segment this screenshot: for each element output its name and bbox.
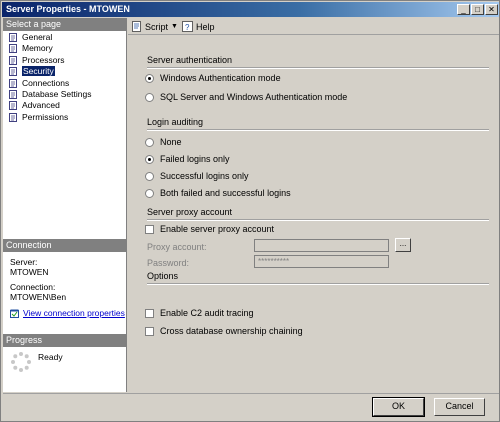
- page-icon: [9, 67, 17, 77]
- toolbar: Script ▼ ? Help: [128, 18, 499, 35]
- page-icon: [9, 101, 17, 111]
- audit-successful-label: Successful logins only: [160, 171, 249, 181]
- view-connection-properties[interactable]: View connection properties: [10, 308, 125, 318]
- separator: [147, 67, 489, 69]
- page-item-memory[interactable]: Memory: [3, 43, 127, 54]
- login-auditing-title: Login auditing: [147, 117, 204, 127]
- audit-none-radio[interactable]: None: [145, 137, 182, 147]
- checkbox[interactable]: [145, 224, 154, 234]
- radio-button[interactable]: [145, 154, 154, 164]
- radio-button[interactable]: [145, 73, 154, 83]
- radio-button[interactable]: [145, 92, 154, 102]
- checkbox[interactable]: [145, 308, 154, 318]
- server-properties-window: Server Properties - MTOWEN _ □ ✕ Select …: [0, 0, 500, 422]
- sql-windows-auth-radio[interactable]: SQL Server and Windows Authentication mo…: [145, 92, 347, 102]
- title-bar[interactable]: Server Properties - MTOWEN _ □ ✕: [2, 2, 499, 17]
- minimize-button[interactable]: _: [457, 4, 470, 15]
- svg-text:?: ?: [185, 23, 190, 32]
- server-label: Server:: [10, 257, 38, 267]
- radio-button[interactable]: [145, 171, 154, 181]
- page-item-label: Processors: [22, 54, 65, 65]
- cross-db-checkbox[interactable]: Cross database ownership chaining: [145, 326, 303, 336]
- page-item-database-settings[interactable]: Database Settings: [3, 89, 127, 100]
- radio-button[interactable]: [145, 137, 154, 147]
- dropdown-arrow-icon[interactable]: ▼: [171, 23, 178, 30]
- connection-header: Connection: [3, 239, 127, 252]
- help-icon: ?: [182, 21, 193, 32]
- page-icon: [9, 33, 17, 42]
- windows-auth-radio[interactable]: Windows Authentication mode: [145, 73, 281, 83]
- page-item-label: General: [22, 32, 53, 42]
- password-label: Password:: [147, 258, 190, 268]
- security-page: Server authentication Windows Authentica…: [128, 36, 499, 392]
- ok-button[interactable]: OK: [372, 397, 425, 417]
- checkbox[interactable]: [145, 326, 154, 336]
- progress-header: Progress: [3, 334, 127, 347]
- help-label: Help: [196, 21, 215, 32]
- page-item-processors[interactable]: Processors: [3, 55, 127, 66]
- view-connection-properties-link[interactable]: View connection properties: [23, 308, 125, 318]
- page-list: General Memory Processors Security Conne…: [3, 32, 127, 123]
- server-value: MTOWEN: [10, 267, 49, 277]
- page-item-label: Security: [22, 66, 55, 77]
- audit-none-label: None: [160, 137, 182, 147]
- script-icon: [132, 21, 141, 32]
- proxy-title: Server proxy account: [147, 207, 233, 217]
- password-field[interactable]: **********: [254, 255, 389, 268]
- page-item-security[interactable]: Security: [3, 66, 127, 77]
- page-icon: [9, 55, 17, 65]
- server-auth-title: Server authentication: [147, 55, 233, 65]
- audit-both-radio[interactable]: Both failed and successful logins: [145, 188, 291, 198]
- progress-spinner-icon: [11, 352, 31, 372]
- options-title: Options: [147, 271, 179, 281]
- window-title: Server Properties - MTOWEN: [6, 4, 130, 14]
- sql-windows-auth-label: SQL Server and Windows Authentication mo…: [160, 92, 348, 102]
- page-icon: [9, 44, 17, 54]
- maximize-button[interactable]: □: [471, 4, 484, 15]
- help-button[interactable]: ? Help: [182, 21, 215, 32]
- c2-audit-label: Enable C2 audit tracing: [160, 308, 254, 318]
- browse-button[interactable]: ...: [395, 238, 411, 252]
- page-item-connections[interactable]: Connections: [3, 78, 127, 89]
- page-item-permissions[interactable]: Permissions: [3, 112, 127, 123]
- page-item-general[interactable]: General: [3, 32, 127, 43]
- separator: [147, 129, 489, 131]
- page-item-label: Connections: [22, 77, 70, 88]
- audit-failed-label: Failed logins only: [160, 154, 230, 164]
- left-pane: Select a page General Memory Processors …: [3, 18, 127, 392]
- windows-auth-label: Windows Authentication mode: [160, 73, 281, 83]
- enable-proxy-checkbox[interactable]: Enable server proxy account: [145, 224, 274, 234]
- page-item-label: Advanced: [22, 100, 60, 111]
- button-bar: OK Cancel: [3, 393, 499, 422]
- enable-proxy-label: Enable server proxy account: [160, 224, 275, 234]
- select-page-header: Select a page: [3, 18, 127, 31]
- close-button[interactable]: ✕: [485, 4, 498, 15]
- audit-successful-radio[interactable]: Successful logins only: [145, 171, 249, 181]
- page-item-label: Database Settings: [22, 88, 92, 99]
- page-item-label: Memory: [22, 43, 53, 54]
- page-icon: [9, 112, 17, 122]
- connection-label: Connection:: [10, 282, 56, 292]
- audit-both-label: Both failed and successful logins: [160, 188, 291, 198]
- page-icon: [9, 89, 17, 99]
- c2-audit-checkbox[interactable]: Enable C2 audit tracing: [145, 308, 254, 318]
- radio-button[interactable]: [145, 188, 154, 198]
- cancel-button[interactable]: Cancel: [434, 398, 485, 416]
- page-icon: [9, 78, 17, 88]
- script-label: Script: [145, 21, 169, 32]
- page-item-advanced[interactable]: Advanced: [3, 100, 127, 111]
- separator: [147, 283, 489, 285]
- proxy-account-field[interactable]: [254, 239, 389, 252]
- progress-status: Ready: [38, 352, 63, 362]
- audit-failed-radio[interactable]: Failed logins only: [145, 154, 230, 164]
- separator: [147, 219, 489, 221]
- connection-value: MTOWEN\Ben: [10, 292, 67, 302]
- cross-db-label: Cross database ownership chaining: [160, 326, 303, 336]
- page-item-label: Permissions: [22, 111, 69, 122]
- script-button[interactable]: Script ▼: [131, 21, 178, 32]
- proxy-account-label: Proxy account:: [147, 242, 207, 252]
- properties-icon: [10, 309, 19, 318]
